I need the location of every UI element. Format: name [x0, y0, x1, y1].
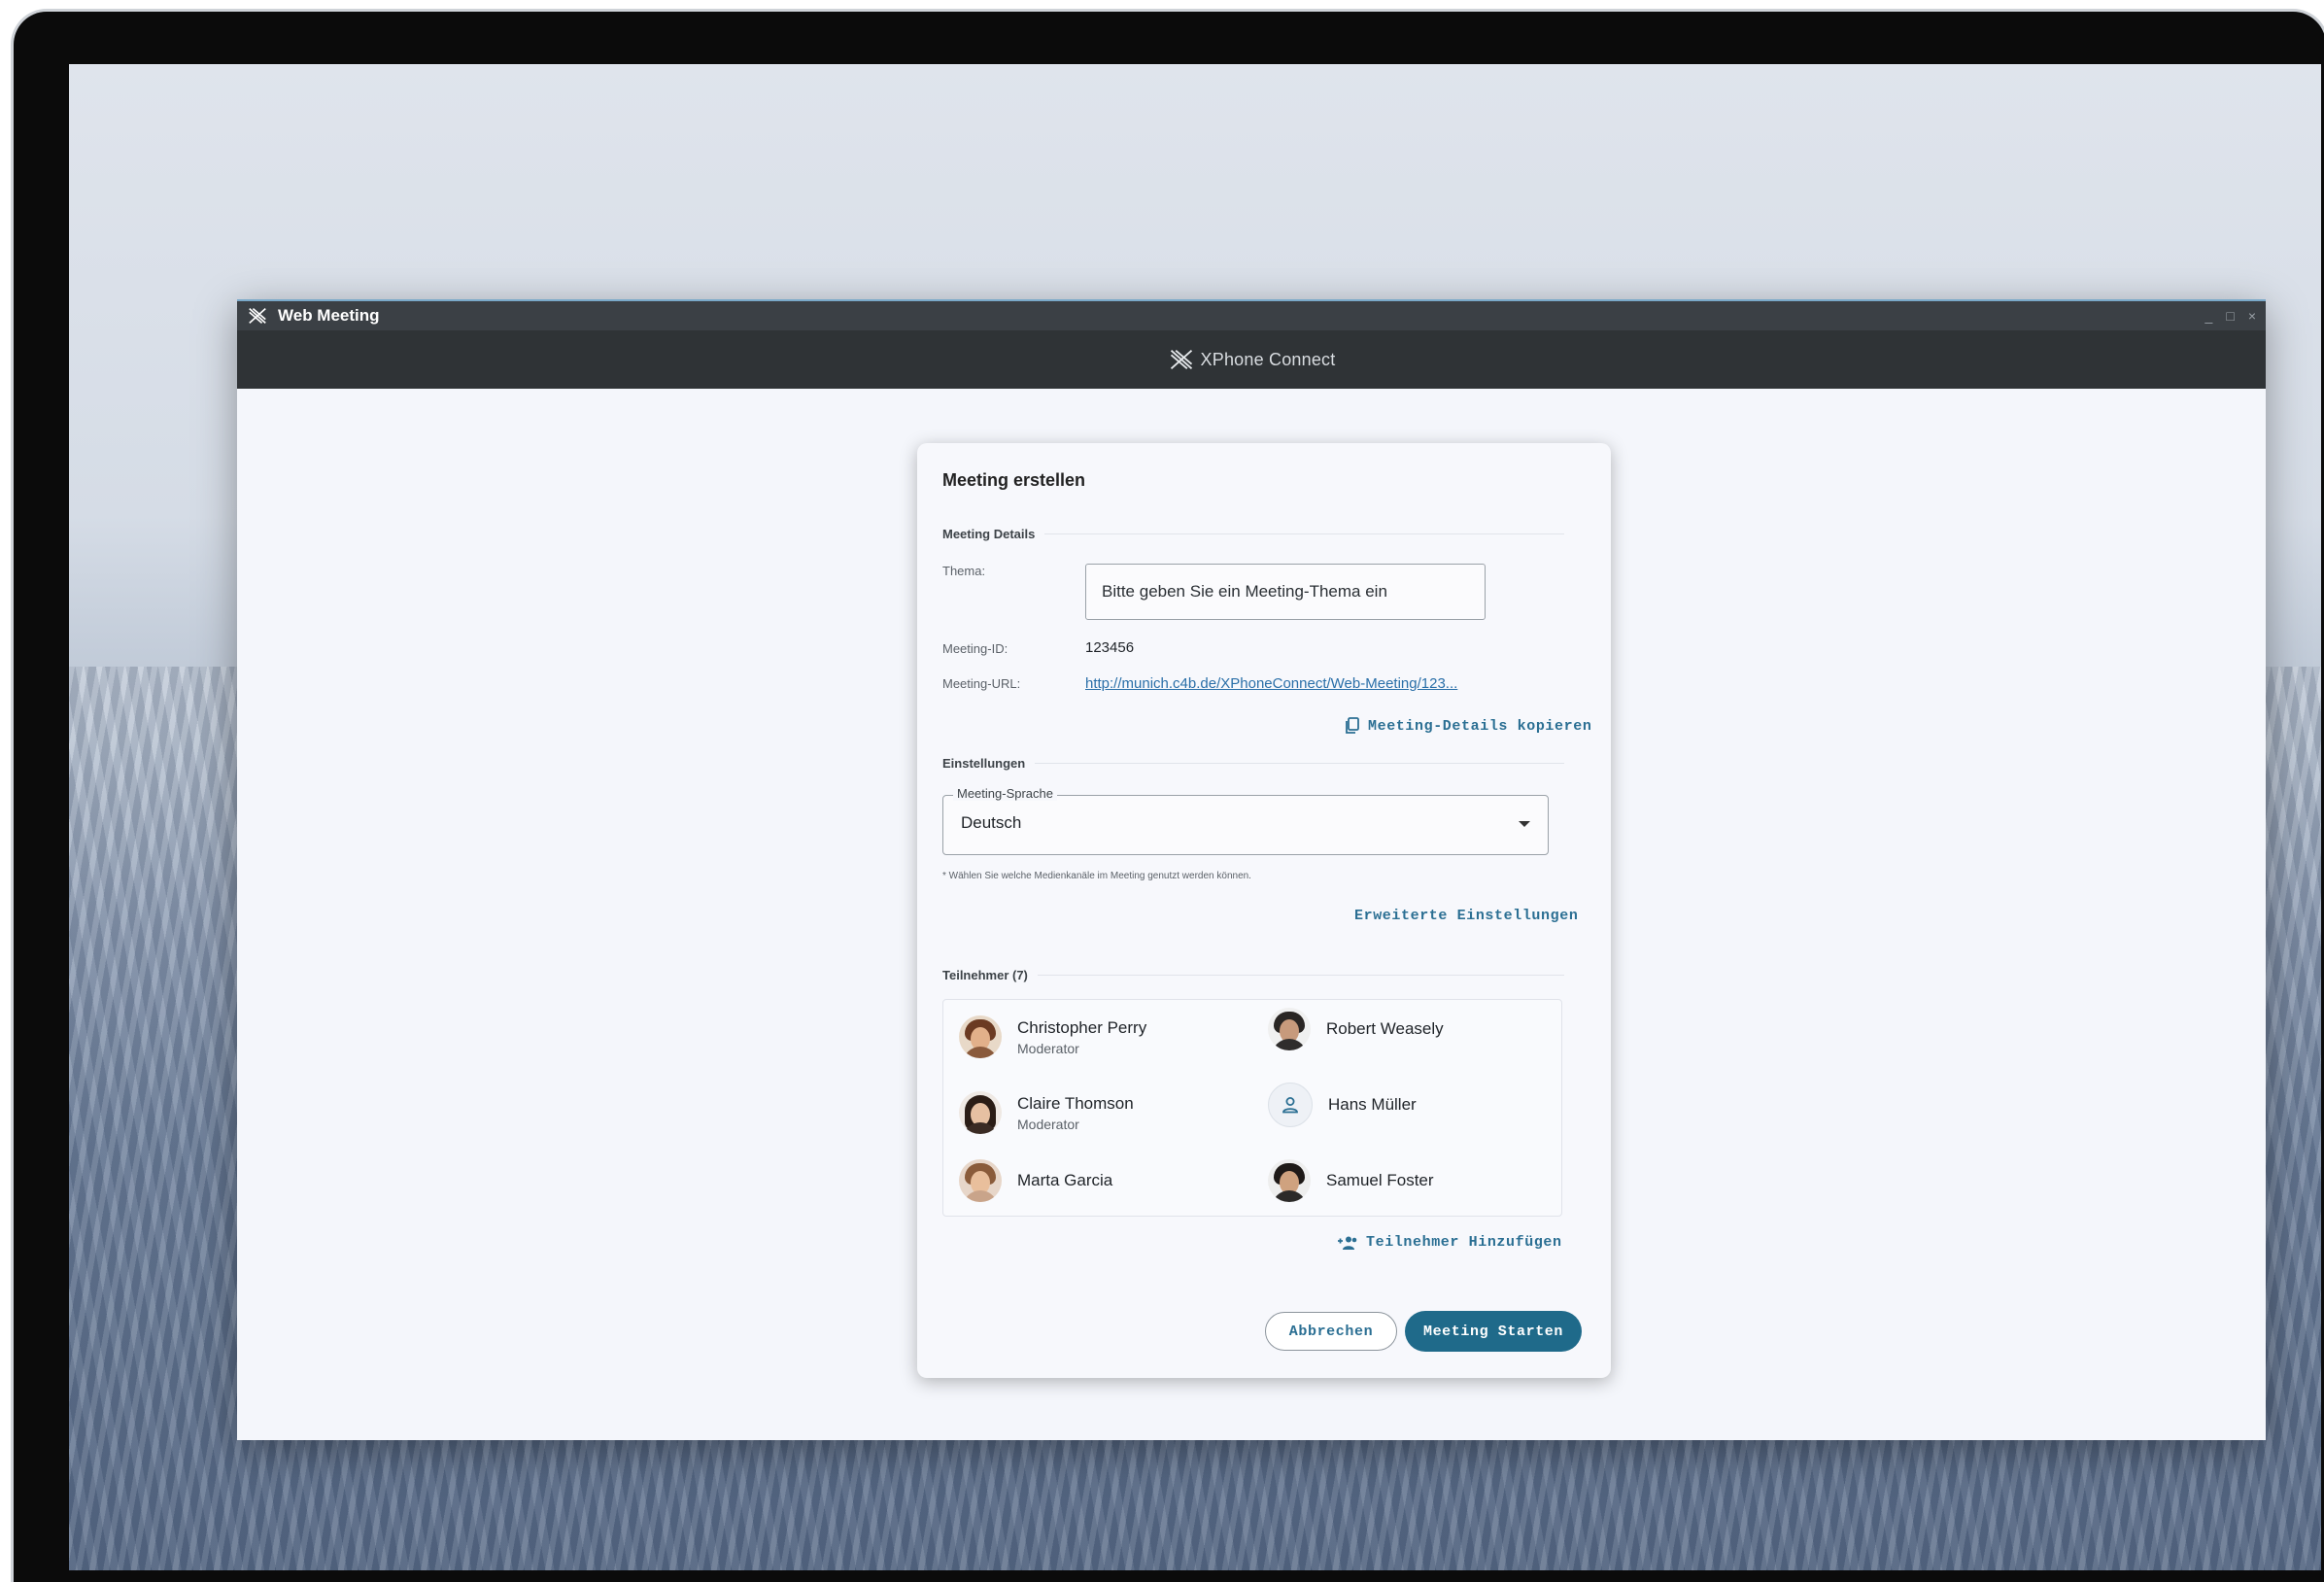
- add-participant-button[interactable]: Teilnehmer Hinzufügen: [1337, 1234, 1562, 1251]
- participant-name: Samuel Foster: [1326, 1171, 1434, 1189]
- participant-name: Christopher Perry: [1017, 1017, 1147, 1037]
- cancel-button[interactable]: Abbrechen: [1265, 1312, 1397, 1351]
- meeting-id-label: Meeting-ID:: [942, 641, 1008, 656]
- title-bar[interactable]: Web Meeting _ □ ×: [237, 301, 2266, 330]
- participant-role: Moderator: [1017, 1040, 1079, 1056]
- participant-name: Hans Müller: [1328, 1095, 1417, 1114]
- section-label: Meeting Details: [942, 527, 1036, 541]
- meeting-id-value: 123456: [1085, 639, 1135, 656]
- participant-name: Robert Weasely: [1326, 1019, 1444, 1038]
- participant-item[interactable]: Hans Müller: [1268, 1082, 1417, 1128]
- thema-input[interactable]: [1085, 564, 1486, 620]
- add-participant-label: Teilnehmer Hinzufügen: [1366, 1234, 1562, 1251]
- participant-name: Marta Garcia: [1017, 1171, 1113, 1189]
- section-label: Einstellungen: [942, 756, 1026, 771]
- window-title: Web Meeting: [278, 306, 380, 325]
- create-meeting-dialog: Meeting erstellen Meeting Details Thema:…: [917, 443, 1611, 1378]
- advanced-settings-button[interactable]: Erweiterte Einstellungen: [1354, 908, 1578, 924]
- meeting-url-link[interactable]: http://munich.c4b.de/XPhoneConnect/Web-M…: [1085, 675, 1457, 692]
- avatar: [1268, 1159, 1311, 1202]
- copy-details-label: Meeting-Details kopieren: [1368, 717, 1592, 735]
- dialog-title: Meeting erstellen: [942, 470, 1086, 490]
- monitor-bezel: Web Meeting _ □ × XPhone Connect Meeting…: [14, 12, 2324, 1582]
- avatar: [959, 1091, 1002, 1134]
- language-label: Meeting-Sprache: [953, 786, 1057, 801]
- language-value: Deutsch: [961, 813, 1022, 832]
- participant-item[interactable]: Marta Garcia: [959, 1157, 1112, 1204]
- participant-item[interactable]: Robert Weasely: [1268, 1006, 1444, 1052]
- section-label: Teilnehmer (7): [942, 968, 1028, 982]
- section-meeting-details: Meeting Details: [942, 527, 1564, 541]
- avatar: [1268, 1083, 1313, 1127]
- divider: [1037, 975, 1564, 976]
- advanced-settings-label: Erweiterte Einstellungen: [1354, 908, 1579, 924]
- brand-name: XPhone Connect: [1200, 349, 1336, 369]
- divider: [1044, 533, 1564, 534]
- language-select[interactable]: Meeting-Sprache Deutsch: [942, 786, 1549, 855]
- close-button[interactable]: ×: [2248, 308, 2256, 324]
- media-hint: * Wählen Sie welche Medienkanäle im Meet…: [942, 871, 1251, 881]
- avatar: [959, 1015, 1002, 1058]
- participant-name: Claire Thomson: [1017, 1093, 1134, 1113]
- window-controls: _ □ ×: [2205, 308, 2256, 324]
- meeting-url-label: Meeting-URL:: [942, 676, 1021, 691]
- xphone-logo-icon: [1170, 349, 1192, 370]
- person-icon: [1282, 1097, 1298, 1114]
- participant-item[interactable]: Samuel Foster: [1268, 1157, 1434, 1204]
- participant-item[interactable]: Christopher Perry Moderator: [959, 1014, 1146, 1060]
- copy-icon: [1346, 717, 1359, 734]
- web-meeting-window: Web Meeting _ □ × XPhone Connect Meeting…: [237, 299, 2266, 1440]
- caret-down-icon: [1519, 821, 1530, 827]
- participant-item[interactable]: Claire Thomson Moderator: [959, 1089, 1134, 1136]
- copy-details-button[interactable]: Meeting-Details kopieren: [1345, 717, 1591, 735]
- minimize-button[interactable]: _: [2205, 308, 2213, 324]
- participant-list: Christopher Perry Moderator Robert Wease…: [942, 999, 1562, 1217]
- brand-bar: XPhone Connect: [237, 330, 2266, 389]
- xphone-logo-icon: [249, 308, 266, 324]
- section-participants: Teilnehmer (7): [942, 968, 1564, 982]
- start-meeting-button[interactable]: Meeting Starten: [1405, 1311, 1582, 1352]
- divider: [1035, 763, 1564, 764]
- participant-role: Moderator: [1017, 1116, 1079, 1132]
- thema-label: Thema:: [942, 564, 986, 578]
- section-settings: Einstellungen: [942, 756, 1564, 771]
- add-people-icon: [1338, 1236, 1357, 1250]
- maximize-button[interactable]: □: [2226, 308, 2234, 324]
- desktop-background: Web Meeting _ □ × XPhone Connect Meeting…: [69, 64, 2321, 1570]
- avatar: [1268, 1008, 1311, 1050]
- avatar: [959, 1159, 1002, 1202]
